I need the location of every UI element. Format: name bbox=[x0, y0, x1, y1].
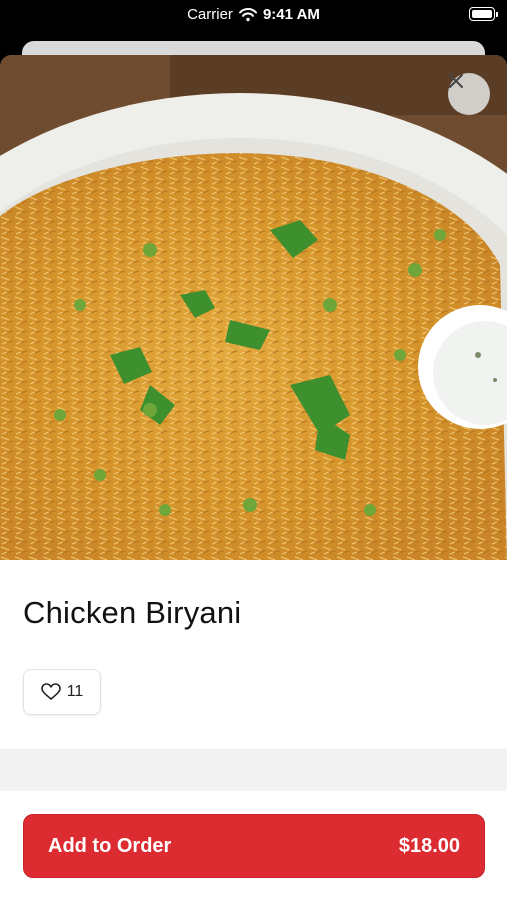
status-center: Carrier 9:41 AM bbox=[0, 6, 507, 23]
wifi-icon bbox=[238, 7, 257, 22]
clock: 9:41 AM bbox=[262, 6, 320, 23]
item-detail-sheet: Chicken Biryani 11 Add to Order $18.00 bbox=[0, 55, 507, 900]
heart-icon bbox=[40, 683, 61, 701]
close-button[interactable] bbox=[448, 73, 490, 115]
item-title: Chicken Biryani bbox=[23, 595, 242, 630]
carrier-label: Carrier bbox=[187, 6, 233, 23]
section-divider bbox=[0, 749, 507, 793]
add-to-order-label: Add to Order bbox=[48, 834, 172, 857]
status-bar: Carrier 9:41 AM bbox=[0, 0, 507, 40]
biryani-illustration bbox=[0, 55, 507, 560]
price-label: $18.00 bbox=[398, 834, 460, 857]
food-photo bbox=[0, 55, 507, 560]
likes-count: 11 bbox=[66, 683, 84, 700]
footer: Add to Order $18.00 bbox=[0, 791, 507, 900]
close-icon bbox=[449, 74, 463, 88]
battery-icon bbox=[469, 7, 498, 21]
add-to-order-button[interactable]: Add to Order $18.00 bbox=[23, 814, 485, 878]
like-button[interactable]: 11 bbox=[23, 669, 101, 715]
